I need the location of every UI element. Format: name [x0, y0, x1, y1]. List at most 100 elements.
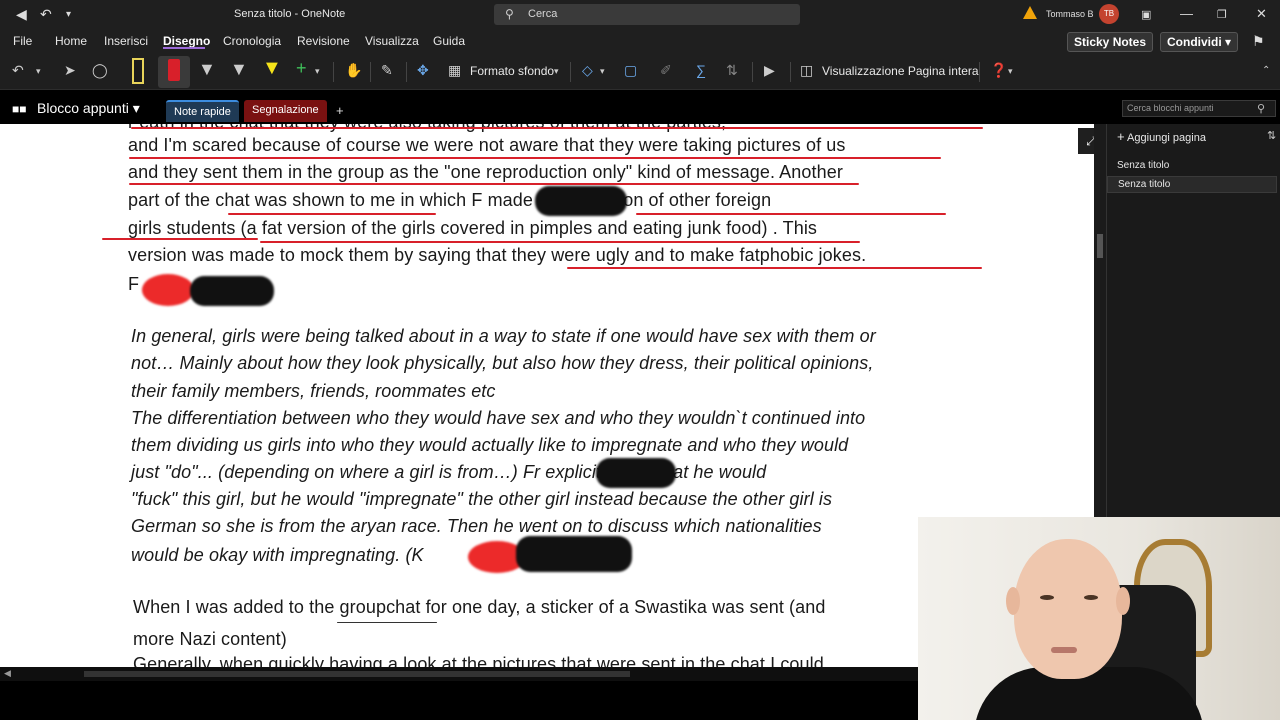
- add-pen-icon[interactable]: +: [296, 58, 307, 79]
- lasso-icon[interactable]: ◯: [92, 62, 108, 79]
- avatar[interactable]: TB: [1099, 4, 1119, 24]
- sticky-notes-button[interactable]: Sticky Notes: [1067, 32, 1154, 52]
- tab-report-label: Segnalazione: [252, 104, 319, 116]
- ink-underline: [131, 127, 983, 129]
- restore-icon[interactable]: ❐: [1217, 8, 1227, 21]
- webcam-person-eye: [1084, 595, 1098, 600]
- white-pen-icon[interactable]: ▼: [198, 59, 216, 80]
- tab-quick-notes[interactable]: Note rapide: [166, 100, 239, 122]
- help-icon[interactable]: ❓: [990, 62, 1007, 79]
- pen-icon[interactable]: [132, 58, 144, 84]
- rotate-icon[interactable]: ⇅: [726, 62, 738, 79]
- title-bar: ◀ ↶ ▾ Senza titolo - OneNote ⚲ Cerca Tom…: [0, 0, 1280, 29]
- menu-help[interactable]: Guida: [433, 34, 465, 48]
- vertical-scroll-thumb[interactable]: [1097, 234, 1103, 258]
- page-item-selected[interactable]: Senza titolo: [1107, 176, 1277, 193]
- redaction-mark: [535, 186, 627, 216]
- pen-dropdown-icon[interactable]: ▾: [315, 66, 320, 77]
- draw-toolbar: ↶ ▾ ➤ ◯ ▼ ▼ ▼ + ▾ ✋ ✎ ✥ ▦ Formato sfondo…: [0, 54, 1280, 90]
- doc-line-10: their family members, friends, roommates…: [131, 381, 496, 401]
- doc-line-19: Generally, when quickly having a look at…: [133, 654, 824, 667]
- separator: [979, 62, 980, 82]
- tab-report[interactable]: Segnalazione: [244, 100, 327, 122]
- menu-draw[interactable]: Disegno: [163, 34, 210, 48]
- search-input[interactable]: ⚲ Cerca: [494, 4, 800, 25]
- ink-to-math-icon[interactable]: ∑: [696, 62, 706, 78]
- ink-underline: [636, 213, 946, 215]
- onenote-window: ◀ ↶ ▾ Senza titolo - OneNote ⚲ Cerca Tom…: [0, 0, 1280, 720]
- notebook-icon[interactable]: ■■: [12, 102, 27, 116]
- active-menu-indicator: [163, 47, 205, 49]
- background-format-label[interactable]: Formato sfondo: [470, 64, 554, 78]
- doc-line-6: version was made to mock them by saying …: [128, 245, 867, 265]
- user-name[interactable]: Tommaso B: [1046, 9, 1094, 19]
- collapse-ribbon-icon[interactable]: ⌃: [1262, 65, 1270, 76]
- insert-space-icon[interactable]: ✥: [417, 62, 429, 79]
- selected-pen-slot[interactable]: [158, 56, 190, 88]
- ink-underline: [567, 267, 982, 269]
- page-item[interactable]: Senza titolo: [1117, 160, 1169, 171]
- quick-access-dropdown-icon[interactable]: ▾: [66, 9, 71, 20]
- ink-replay-icon[interactable]: ▶: [764, 62, 775, 79]
- eraser-icon[interactable]: ✎: [381, 62, 393, 79]
- redaction-mark: [516, 536, 632, 572]
- background-format-dropdown-icon[interactable]: ▾: [554, 66, 559, 77]
- notebook-title[interactable]: Blocco appunti ▾: [37, 100, 140, 117]
- add-page-button[interactable]: + Aggiungi pagina: [1117, 129, 1206, 144]
- shapes-dropdown-icon[interactable]: ▾: [600, 66, 605, 77]
- pencil-icon[interactable]: ▼: [230, 59, 248, 80]
- webcam-person-mouth: [1051, 647, 1077, 653]
- tab-quick-notes-label: Note rapide: [174, 106, 231, 118]
- back-icon[interactable]: ◀: [16, 6, 27, 23]
- menu-insert[interactable]: Inserisci: [104, 34, 148, 48]
- webcam-person-ear: [1116, 587, 1130, 615]
- background-format-icon[interactable]: ▦: [448, 62, 461, 79]
- sort-icon[interactable]: ⇅: [1267, 129, 1276, 142]
- share-label: Condividi: [1167, 35, 1222, 49]
- ribbon-display-icon[interactable]: ▣: [1141, 8, 1151, 21]
- doc-line-4: part of the chat was shown to me in whic…: [128, 190, 772, 210]
- help-dropdown-icon[interactable]: ▾: [1008, 66, 1013, 77]
- feedback-icon[interactable]: ⚑: [1252, 33, 1265, 50]
- highlighter-icon[interactable]: ▼: [262, 57, 282, 80]
- scroll-left-icon[interactable]: ◀: [4, 668, 11, 679]
- pan-hand-icon[interactable]: ✋: [345, 62, 362, 79]
- menu-home[interactable]: Home: [55, 34, 87, 48]
- share-button[interactable]: Condividi ▾: [1160, 32, 1239, 52]
- ink-to-shape-icon[interactable]: ▢: [624, 62, 637, 79]
- menu-file[interactable]: File: [13, 34, 32, 48]
- ink-underline: [102, 238, 258, 240]
- redaction-mark-red: [142, 274, 194, 306]
- minimize-icon[interactable]: —: [1180, 6, 1193, 21]
- window-title: Senza titolo - OneNote: [234, 8, 346, 20]
- undo-draw-icon[interactable]: ↶: [12, 62, 24, 79]
- doc-line-11: The differentiation between who they wou…: [131, 408, 866, 428]
- add-section-button[interactable]: +: [336, 103, 344, 118]
- full-page-view-icon[interactable]: ◫: [800, 62, 813, 79]
- doc-line-2: and I'm scared because of course we were…: [128, 135, 846, 155]
- pen-underline: [337, 622, 437, 623]
- close-icon[interactable]: ✕: [1256, 6, 1267, 22]
- doc-line-14: "fuck" this girl, but he would "impregna…: [131, 489, 833, 509]
- shapes-icon[interactable]: ◇: [582, 62, 593, 79]
- undo-icon[interactable]: ↶: [40, 6, 52, 23]
- doc-line-12: them dividing us girls into who they wou…: [131, 435, 849, 455]
- menu-review[interactable]: Revisione: [297, 34, 350, 48]
- page-list-panel: + Aggiungi pagina ⇅ Senza titolo Senza t…: [1106, 124, 1280, 518]
- notebook-search-input[interactable]: Cerca blocchi appunti ⚲: [1122, 100, 1276, 117]
- select-icon[interactable]: ➤: [64, 62, 76, 79]
- separator: [570, 62, 571, 82]
- ink-to-text-icon: ✐: [660, 62, 672, 78]
- full-page-view-label[interactable]: Visualizzazione Pagina intera: [822, 64, 979, 78]
- separator: [406, 62, 407, 82]
- doc-line-18: more Nazi content): [133, 629, 287, 649]
- horizontal-scroll-thumb[interactable]: [84, 671, 630, 677]
- doc-line-8: In general, girls were being talked abou…: [131, 326, 876, 346]
- ink-underline: [228, 213, 436, 215]
- undo-dropdown-icon[interactable]: ▾: [36, 66, 41, 77]
- red-pen-icon: [168, 59, 180, 81]
- webcam-person-head: [1014, 539, 1122, 679]
- menu-history[interactable]: Cronologia: [223, 34, 281, 48]
- menu-view[interactable]: Visualizza: [365, 34, 419, 48]
- warning-icon[interactable]: [1023, 6, 1037, 19]
